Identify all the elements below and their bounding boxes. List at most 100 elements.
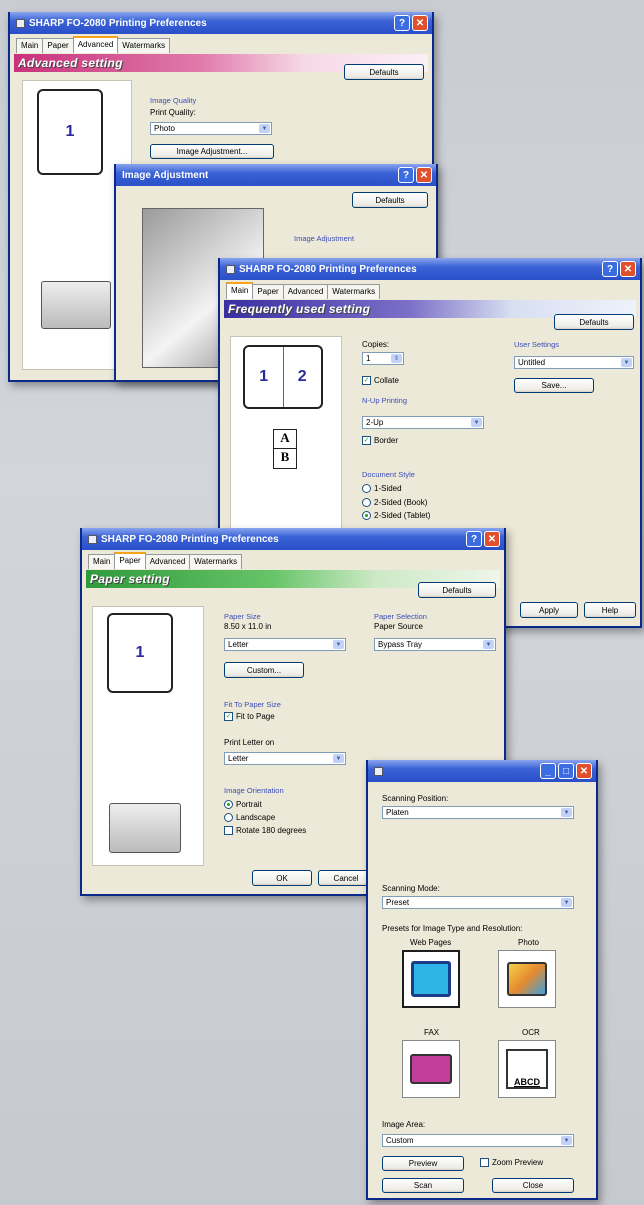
help-icon[interactable]: ?: [398, 167, 414, 183]
close-icon[interactable]: ✕: [484, 531, 500, 547]
scanner-icon: [374, 766, 383, 776]
preset-photo[interactable]: [498, 950, 556, 1008]
monitor-icon: [411, 961, 451, 997]
copies-spinner[interactable]: 1 ⇕: [362, 352, 404, 365]
fax-icon: [410, 1054, 452, 1084]
scanning-mode-select[interactable]: Preset ▼: [382, 896, 574, 909]
preset-web-pages[interactable]: [402, 950, 460, 1008]
tab-advanced[interactable]: Advanced: [282, 284, 329, 299]
tab-strip: Main Paper Advanced Watermarks: [82, 550, 504, 570]
title-bar[interactable]: SHARP FO-2080 Printing Preferences ? ✕: [82, 528, 504, 550]
landscape-radio[interactable]: Landscape: [224, 813, 275, 822]
window-title: SHARP FO-2080 Printing Preferences: [239, 263, 417, 275]
fit-to-page-checkbox[interactable]: ✓ Fit to Page: [224, 712, 275, 721]
page-right-number: 2: [297, 368, 307, 385]
page-preview: 1: [107, 613, 173, 693]
border-checkbox[interactable]: ✓ Border: [362, 436, 398, 445]
image-area-label: Image Area:: [382, 1120, 426, 1129]
image-adjustment-button[interactable]: Image Adjustment...: [150, 144, 274, 159]
close-button[interactable]: Close: [492, 1178, 574, 1193]
image-orientation-group: Image Orientation: [224, 786, 284, 795]
chevron-down-icon: ▼: [333, 754, 344, 763]
preset-ocr[interactable]: ABCD: [498, 1040, 556, 1098]
chevron-down-icon: ▼: [561, 1136, 572, 1145]
copies-label: Copies:: [362, 340, 390, 349]
close-icon[interactable]: ✕: [412, 15, 428, 31]
print-quality-label: Print Quality:: [150, 108, 196, 117]
print-letter-on-label: Print Letter on: [224, 738, 275, 747]
nup-select[interactable]: 2-Up ▼: [362, 416, 484, 429]
preset-fax-label: FAX: [424, 1028, 440, 1037]
defaults-button[interactable]: Defaults: [344, 64, 424, 80]
apply-button[interactable]: Apply: [520, 602, 578, 618]
zoom-preview-checkbox[interactable]: Zoom Preview: [480, 1158, 543, 1167]
close-icon[interactable]: ✕: [416, 167, 432, 183]
tab-main[interactable]: Main: [16, 38, 44, 53]
two-sided-tablet-radio[interactable]: 2-Sided (Tablet): [362, 511, 430, 520]
tab-advanced[interactable]: Advanced: [72, 36, 119, 53]
spinner-arrows-icon: ⇕: [391, 354, 402, 363]
ok-button[interactable]: OK: [252, 870, 312, 886]
chevron-down-icon: ▼: [561, 808, 572, 817]
tab-main[interactable]: Main: [226, 282, 254, 299]
scanning-mode-label: Scanning Mode:: [382, 884, 440, 893]
tab-strip: Main Paper Advanced Watermarks: [220, 280, 640, 300]
minimize-icon[interactable]: _: [540, 763, 556, 779]
chevron-down-icon: ▼: [333, 640, 344, 649]
defaults-button[interactable]: Defaults: [554, 314, 634, 330]
rotate-180-checkbox[interactable]: Rotate 180 degrees: [224, 826, 306, 835]
help-icon[interactable]: ?: [466, 531, 482, 547]
tab-advanced[interactable]: Advanced: [144, 554, 191, 569]
window-title: SHARP FO-2080 Printing Preferences: [29, 17, 207, 29]
two-sided-book-radio[interactable]: 2-Sided (Book): [362, 498, 427, 507]
save-button[interactable]: Save...: [514, 378, 594, 393]
defaults-button[interactable]: Defaults: [418, 582, 496, 598]
user-settings-select[interactable]: Untitled ▼: [514, 356, 634, 369]
scan-button[interactable]: Scan: [382, 1178, 464, 1193]
portrait-radio[interactable]: Portrait: [224, 800, 262, 809]
help-button[interactable]: Help: [584, 602, 636, 618]
tab-main[interactable]: Main: [88, 554, 116, 569]
print-quality-select[interactable]: Photo ▼: [150, 122, 272, 135]
preset-photo-label: Photo: [518, 938, 539, 947]
title-bar[interactable]: SHARP FO-2080 Printing Preferences ? ✕: [220, 258, 640, 280]
title-bar[interactable]: _ □ ✕: [368, 760, 596, 782]
title-bar[interactable]: Image Adjustment ? ✕: [116, 164, 436, 186]
page-number: 1: [135, 644, 145, 661]
help-icon[interactable]: ?: [394, 15, 410, 31]
close-icon[interactable]: ✕: [620, 261, 636, 277]
tab-watermarks[interactable]: Watermarks: [327, 284, 381, 299]
print-letter-on-select[interactable]: Letter ▼: [224, 752, 346, 765]
tab-paper[interactable]: Paper: [252, 284, 284, 299]
custom-button[interactable]: Custom...: [224, 662, 304, 678]
image-area-select[interactable]: Custom ▼: [382, 1134, 574, 1147]
scanning-position-select[interactable]: Platen ▼: [382, 806, 574, 819]
window-title: SHARP FO-2080 Printing Preferences: [101, 533, 279, 545]
printer-graphic: [109, 803, 181, 853]
camera-icon: [507, 962, 547, 996]
document-style-group: Document Style: [362, 470, 415, 479]
tab-watermarks[interactable]: Watermarks: [117, 38, 171, 53]
tab-paper[interactable]: Paper: [42, 38, 74, 53]
collate-checkbox[interactable]: ✓ Collate: [362, 376, 399, 385]
close-icon[interactable]: ✕: [576, 763, 592, 779]
paper-size-select[interactable]: Letter ▼: [224, 638, 346, 651]
preset-fax[interactable]: [402, 1040, 460, 1098]
tab-watermarks[interactable]: Watermarks: [189, 554, 243, 569]
paper-source-select[interactable]: Bypass Tray ▼: [374, 638, 496, 651]
preview-button[interactable]: Preview: [382, 1156, 464, 1171]
maximize-icon[interactable]: □: [558, 763, 574, 779]
sheet-back-letter: B: [280, 449, 290, 464]
chevron-down-icon: ▼: [483, 640, 494, 649]
defaults-button[interactable]: Defaults: [352, 192, 428, 208]
printer-icon: [88, 534, 97, 544]
help-icon[interactable]: ?: [602, 261, 618, 277]
one-sided-radio[interactable]: 1-Sided: [362, 484, 402, 493]
tab-paper[interactable]: Paper: [114, 552, 146, 569]
image-quality-group: Image Quality: [150, 96, 197, 105]
chevron-down-icon: ▼: [259, 124, 270, 133]
page-number: 1: [65, 123, 75, 140]
title-bar[interactable]: SHARP FO-2080 Printing Preferences ? ✕: [10, 12, 432, 34]
printer-graphic: [41, 281, 111, 329]
chevron-down-icon: ▼: [471, 418, 482, 427]
